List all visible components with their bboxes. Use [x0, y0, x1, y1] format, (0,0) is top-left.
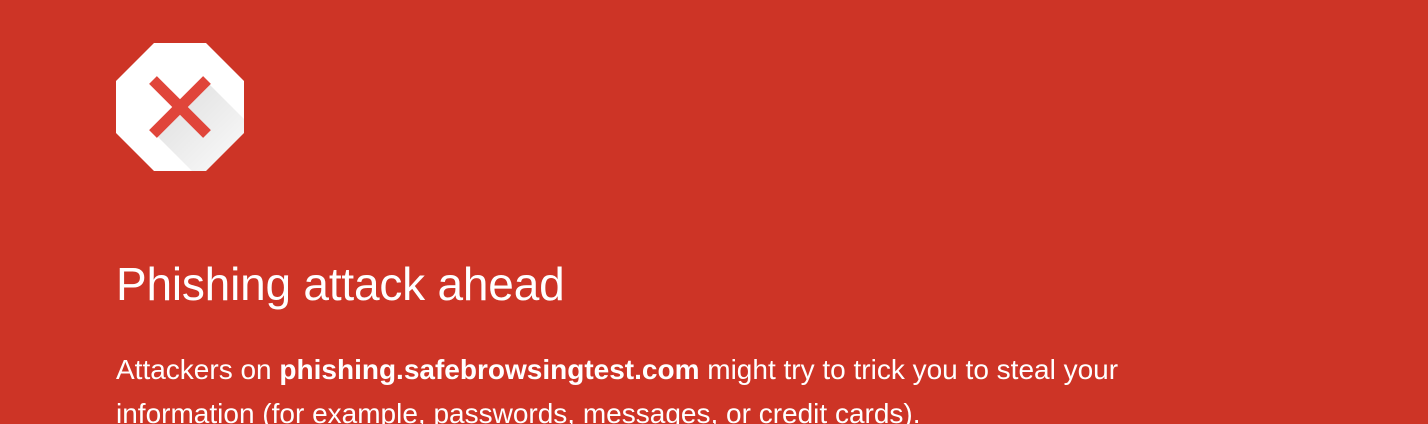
explanation-text-before: Attackers on	[116, 354, 280, 385]
warning-explanation: Attackers on phishing.safebrowsingtest.c…	[116, 348, 1236, 424]
phishing-warning-page: Phishing attack ahead Attackers on phish…	[0, 0, 1428, 424]
stop-x-octagon-icon	[116, 43, 244, 171]
page-title: Phishing attack ahead	[116, 258, 565, 310]
site-domain: phishing.safebrowsingtest.com	[279, 354, 700, 385]
